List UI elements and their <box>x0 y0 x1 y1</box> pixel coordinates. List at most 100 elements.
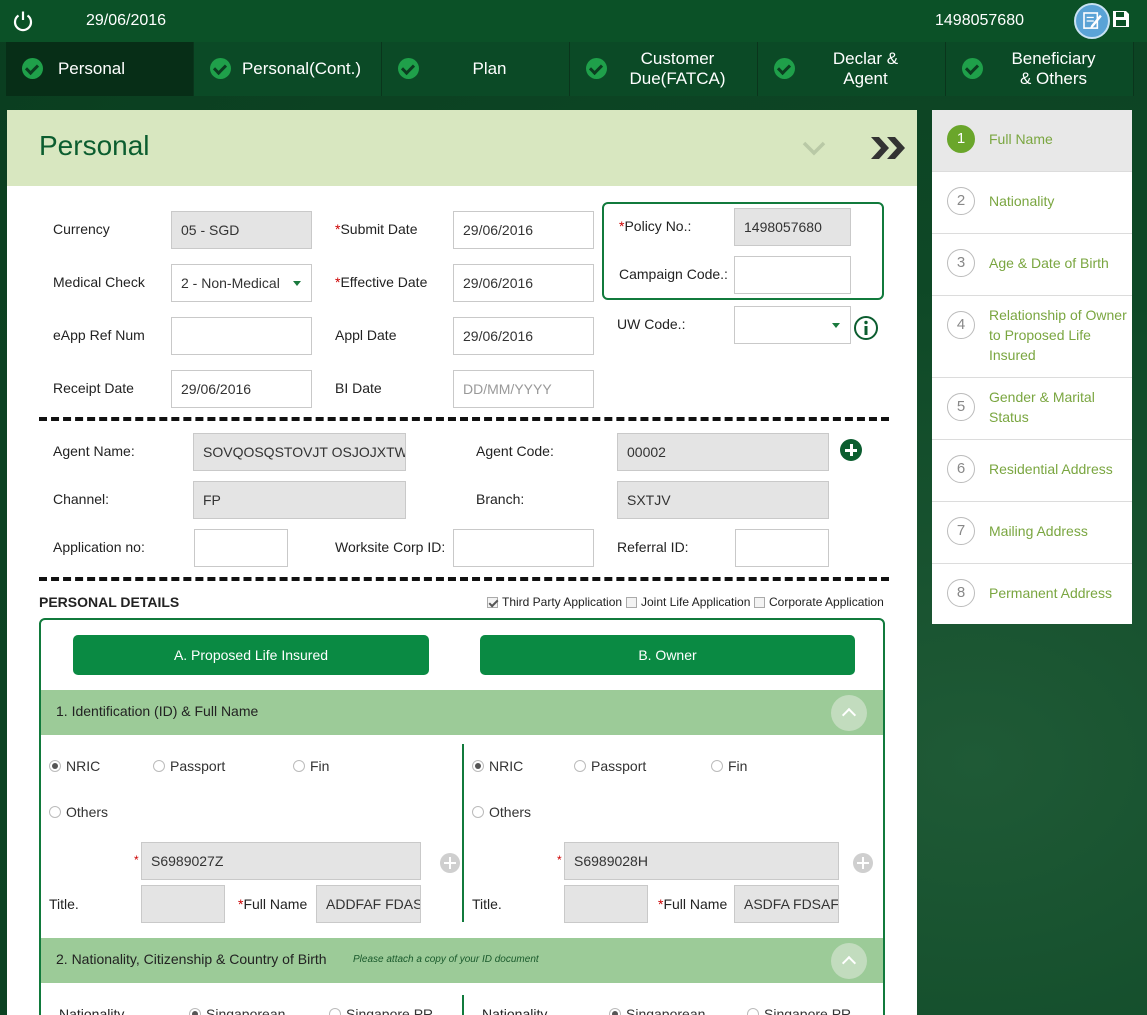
tab-personal-cont[interactable]: Personal(Cont.) <box>194 42 382 96</box>
owner-button[interactable]: B. Owner <box>480 635 855 675</box>
tab-label: Personal(Cont.) <box>241 59 362 78</box>
add-id-icon[interactable] <box>853 853 873 873</box>
radio-fin-right[interactable]: Fin <box>711 758 747 774</box>
right-full-name-field[interactable]: ASDFA FDSAFS <box>734 885 839 923</box>
corporate-checkbox[interactable]: Corporate Application <box>754 595 884 609</box>
edit-button[interactable] <box>1074 3 1110 39</box>
collapse-up-icon[interactable] <box>831 695 867 731</box>
uw-code-select[interactable] <box>734 306 851 344</box>
application-no-input[interactable] <box>194 529 288 567</box>
step-label: Mailing Address <box>989 523 1088 539</box>
medical-check-select[interactable]: 2 - Non-Medical <box>171 264 312 302</box>
step-full-name[interactable]: 1 Full Name <box>932 110 1132 172</box>
radio-icon <box>153 760 165 772</box>
step-number: 6 <box>947 455 975 483</box>
branch-label: Branch: <box>476 491 525 507</box>
radio-singaporean-left[interactable]: Singaporean <box>189 1006 285 1015</box>
step-gender-marital[interactable]: 5 Gender & Marital Status <box>932 378 1132 440</box>
radio-selected-icon <box>472 760 484 772</box>
page-title: Personal <box>39 130 150 161</box>
receipt-date-input[interactable]: 29/06/2016 <box>171 370 312 408</box>
step-age-dob[interactable]: 3 Age & Date of Birth <box>932 234 1132 296</box>
radio-singaporean-right[interactable]: Singaporean <box>609 1006 705 1015</box>
save-icon[interactable] <box>1111 9 1131 29</box>
tab-beneficiary-others[interactable]: Beneficiary & Others <box>946 42 1134 96</box>
personal-details-title: PERSONAL DETAILS <box>39 594 180 610</box>
right-title-field[interactable] <box>564 885 648 923</box>
eapp-ref-label: eApp Ref Num <box>53 327 145 343</box>
receipt-date-label: Receipt Date <box>53 380 134 396</box>
tab-declar-agent[interactable]: Declar & Agent <box>758 42 946 96</box>
step-label: Nationality <box>989 193 1055 209</box>
checkbox-checked-icon <box>487 596 498 608</box>
add-id-icon[interactable] <box>440 853 460 873</box>
step-residential-address[interactable]: 6 Residential Address <box>932 440 1132 502</box>
section-title: 2. Nationality, Citizenship & Country of… <box>56 951 327 967</box>
radio-icon <box>747 1008 759 1015</box>
right-title-label: Title. <box>472 896 502 912</box>
right-id-number-field[interactable]: S6989028H <box>564 842 839 880</box>
radio-singapore-pr-left[interactable]: Singapore PR <box>329 1006 433 1015</box>
medical-check-value: 2 - Non-Medical <box>181 275 280 291</box>
appl-date-input[interactable]: 29/06/2016 <box>453 317 594 355</box>
agent-name-label: Agent Name: <box>53 443 135 459</box>
radio-others-right[interactable]: Others <box>472 804 531 820</box>
collapse-up-icon[interactable] <box>831 943 867 979</box>
checkbox-icon <box>754 596 765 608</box>
eapp-ref-input[interactable] <box>171 317 312 355</box>
checkbox-label: Third Party Application <box>502 595 623 609</box>
double-chevron-right-icon[interactable] <box>869 134 909 162</box>
bi-date-input[interactable]: DD/MM/YYYY <box>453 370 594 408</box>
radio-fin-left[interactable]: Fin <box>293 758 329 774</box>
tab-customer-due-fatca[interactable]: Customer Due(FATCA) <box>570 42 758 96</box>
uw-code-label: UW Code.: <box>617 316 686 332</box>
left-full-name-field[interactable]: ADDFAF FDASF <box>316 885 421 923</box>
radio-passport-left[interactable]: Passport <box>153 758 225 774</box>
required-star: * <box>134 853 139 867</box>
referral-id-input[interactable] <box>735 529 829 567</box>
step-relationship[interactable]: 4 Relationship of Owner to Proposed Life… <box>932 296 1132 378</box>
radio-label: Passport <box>170 758 226 774</box>
check-icon <box>962 58 983 79</box>
column-divider <box>462 995 464 1015</box>
joint-life-checkbox[interactable]: Joint Life Application <box>626 595 750 609</box>
main-panel: Personal Currency 05 - SGD Medical Check… <box>7 110 917 1015</box>
left-id-number-field[interactable]: S6989027Z <box>141 842 421 880</box>
currency-label: Currency <box>53 221 110 237</box>
third-party-checkbox[interactable]: Third Party Application <box>487 595 622 609</box>
channel-label: Channel: <box>53 491 110 507</box>
tab-personal[interactable]: Personal <box>6 42 194 96</box>
nationality-label-left: Nationality <box>59 1006 125 1015</box>
radio-nric-left[interactable]: NRIC <box>49 758 100 774</box>
step-mailing-address[interactable]: 7 Mailing Address <box>932 502 1132 564</box>
tab-label: Beneficiary & Others <box>1011 49 1096 88</box>
dropdown-arrow-icon <box>832 323 840 328</box>
step-label: Permanent Address <box>989 585 1112 601</box>
step-nationality[interactable]: 2 Nationality <box>932 172 1132 234</box>
radio-singapore-pr-right[interactable]: Singapore PR <box>747 1006 851 1015</box>
step-permanent-address[interactable]: 8 Permanent Address <box>932 564 1132 624</box>
tab-plan[interactable]: Plan <box>382 42 570 96</box>
submit-date-input[interactable]: 29/06/2016 <box>453 211 594 249</box>
radio-others-left[interactable]: Others <box>49 804 108 820</box>
effective-date-input[interactable]: 29/06/2016 <box>453 264 594 302</box>
campaign-code-label: Campaign Code.: <box>619 266 728 282</box>
radio-selected-icon <box>49 760 61 772</box>
section-steps-panel: 1 Full Name 2 Nationality 3 Age & Date o… <box>932 110 1132 624</box>
chevron-down-icon[interactable] <box>801 138 827 158</box>
campaign-code-input[interactable] <box>734 256 851 294</box>
proposed-life-insured-button[interactable]: A. Proposed Life Insured <box>73 635 429 675</box>
add-agent-icon[interactable] <box>840 439 862 461</box>
bi-date-label: BI Date <box>335 380 382 396</box>
worksite-corp-id-input[interactable] <box>453 529 594 567</box>
radio-selected-icon <box>189 1008 201 1015</box>
section-identification-header[interactable]: 1. Identification (ID) & Full Name <box>41 690 883 735</box>
power-icon[interactable] <box>12 10 34 32</box>
left-title-field[interactable] <box>141 885 225 923</box>
info-icon[interactable] <box>853 315 879 341</box>
radio-nric-right[interactable]: NRIC <box>472 758 523 774</box>
radio-passport-right[interactable]: Passport <box>574 758 646 774</box>
tab-label: Customer Due(FATCA) <box>629 49 726 88</box>
section-nationality-header[interactable]: 2. Nationality, Citizenship & Country of… <box>41 938 883 983</box>
radio-icon <box>472 806 484 818</box>
